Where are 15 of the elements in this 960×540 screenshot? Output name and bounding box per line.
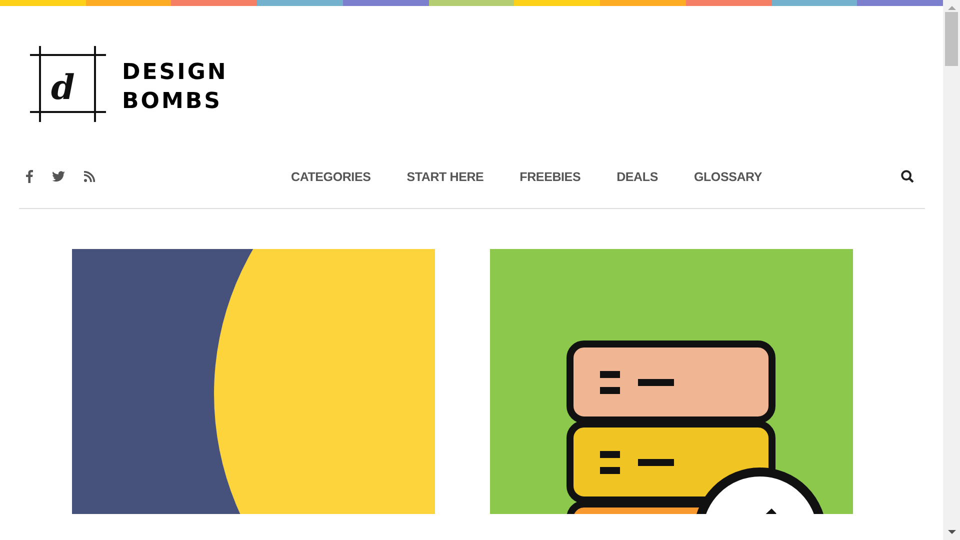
search-icon[interactable] [901, 170, 914, 183]
logo-text: DESIGN [122, 59, 228, 87]
nav-link[interactable]: CATEGORIES [291, 170, 371, 184]
rss-icon[interactable] [84, 171, 95, 182]
nav-link[interactable]: DEALS [616, 170, 658, 184]
bird-icon[interactable] [52, 171, 65, 182]
nav-link[interactable]: GLOSSARY [694, 170, 762, 184]
logo-text: BOMBS [122, 88, 223, 116]
nav-link[interactable]: START HERE [406, 170, 484, 184]
scrollbar-thumb[interactable] [945, 12, 958, 66]
nav-link[interactable]: FREEBIES [520, 170, 581, 184]
facebook-icon[interactable] [26, 170, 33, 183]
scrollbar[interactable] [943, 0, 960, 540]
logo-letter: d [51, 68, 75, 108]
logo-frame-icon [30, 46, 106, 122]
